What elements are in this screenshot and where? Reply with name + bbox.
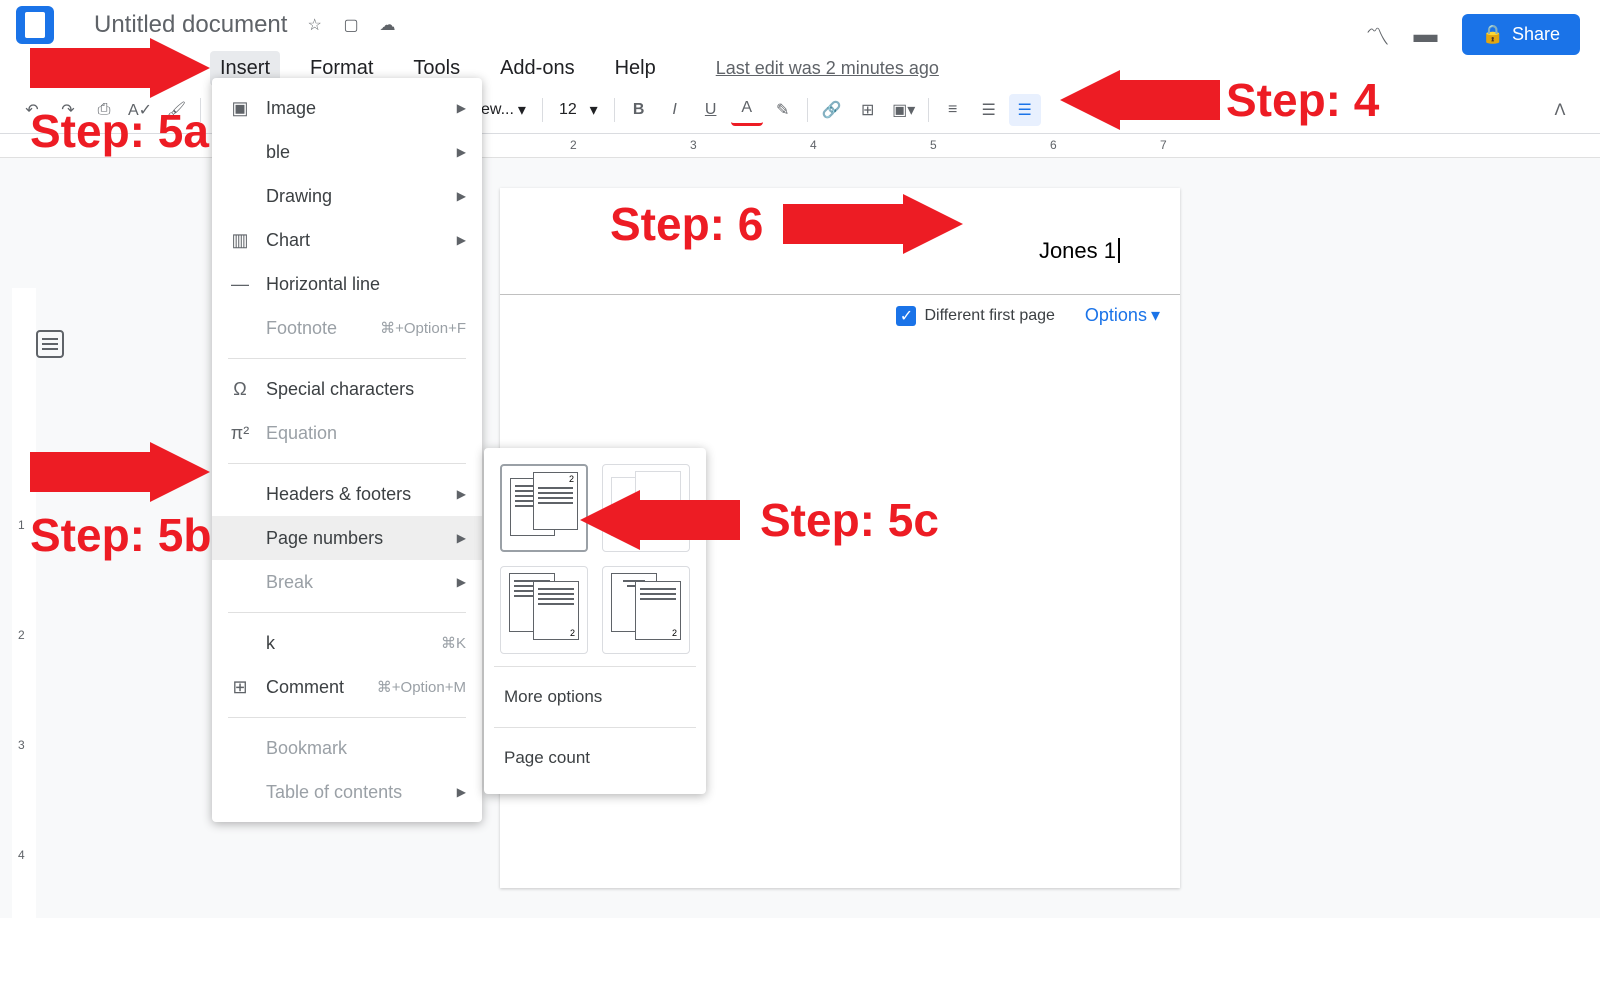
link-button[interactable]: 🔗 xyxy=(816,94,848,126)
menu-item-special-chars[interactable]: ΩSpecial characters xyxy=(212,367,482,411)
omega-icon: Ω xyxy=(228,377,252,401)
ruler-mark: 7 xyxy=(1160,138,1167,152)
align-center-button[interactable]: ☰ xyxy=(973,94,1005,126)
menu-item-toc[interactable]: Table of contents▶ xyxy=(212,770,482,814)
ruler-mark: 4 xyxy=(18,848,25,862)
table-icon xyxy=(228,140,252,164)
header-options-dropdown[interactable]: Options ▾ xyxy=(1085,305,1160,326)
star-icon[interactable]: ☆ xyxy=(307,15,327,35)
collapse-toolbar-button[interactable]: ᐱ xyxy=(1544,94,1576,126)
chevron-right-icon: ▶ xyxy=(457,487,466,501)
document-title[interactable]: Untitled document xyxy=(94,11,287,39)
align-right-button[interactable]: ☰ xyxy=(1009,94,1041,126)
page-number-option-bottom-right[interactable]: 1 2 xyxy=(500,566,588,654)
header-options-bar: ✓ Different first page Options ▾ xyxy=(500,294,1180,336)
menu-help[interactable]: Help xyxy=(605,51,666,86)
chevron-right-icon: ▶ xyxy=(457,531,466,545)
font-size-input[interactable]: 12 ▾ xyxy=(551,100,606,120)
underline-button[interactable]: U xyxy=(695,94,727,126)
comment-history-icon[interactable]: ▬ xyxy=(1414,21,1438,49)
chart-icon: ▥ xyxy=(228,228,252,252)
chevron-right-icon: ▶ xyxy=(457,575,466,589)
paint-format-button[interactable]: 🖌 xyxy=(160,94,192,126)
align-left-button[interactable]: ≡ xyxy=(937,94,969,126)
italic-button[interactable]: I xyxy=(659,94,691,126)
trend-icon[interactable]: 〽 xyxy=(1366,17,1390,52)
pi-icon: π² xyxy=(228,421,252,445)
menu-item-bookmark[interactable]: Bookmark xyxy=(212,726,482,770)
vertical-ruler[interactable]: 1 2 3 4 xyxy=(12,288,36,988)
different-first-page-checkbox[interactable]: ✓ Different first page xyxy=(896,306,1054,326)
menu-item-drawing[interactable]: Drawing▶ xyxy=(212,174,482,218)
line-icon: — xyxy=(228,272,252,296)
menu-item-table[interactable]: ble▶ xyxy=(212,130,482,174)
move-icon[interactable]: ▢ xyxy=(343,15,363,35)
menu-item-equation[interactable]: π²Equation xyxy=(212,411,482,455)
docs-logo-icon[interactable] xyxy=(16,6,54,44)
styles-dropdown[interactable]: ew... ▾ xyxy=(473,100,534,120)
menu-item-page-numbers[interactable]: Page numbers▶ xyxy=(212,516,482,560)
chevron-down-icon: ▾ xyxy=(1151,305,1160,326)
spellcheck-button[interactable]: A✓ xyxy=(124,94,156,126)
bold-button[interactable]: B xyxy=(623,94,655,126)
drawing-icon xyxy=(228,184,252,208)
ruler-mark: 2 xyxy=(18,628,25,642)
print-button[interactable]: ⎙ xyxy=(88,94,120,126)
ruler-mark: 1 xyxy=(18,518,25,532)
insert-menu-dropdown: ▣Image▶ ble▶ Drawing▶ ▥Chart▶ —Horizonta… xyxy=(212,78,482,822)
menu-addons[interactable]: Add-ons xyxy=(490,51,585,86)
ruler-mark: 3 xyxy=(690,138,697,152)
header-text: Jones 1 xyxy=(1039,238,1120,263)
undo-button[interactable]: ↶ xyxy=(16,94,48,126)
menu-item-horizontal-line[interactable]: —Horizontal line xyxy=(212,262,482,306)
page-number-option-top-right-skip-first[interactable] xyxy=(602,464,690,552)
page-count-button[interactable]: Page count xyxy=(500,738,690,778)
chevron-right-icon: ▶ xyxy=(457,233,466,247)
text-color-button[interactable]: A xyxy=(731,94,763,126)
header-area[interactable]: Jones 1 xyxy=(500,188,1180,294)
ruler-mark: 5 xyxy=(930,138,937,152)
menu-item-chart[interactable]: ▥Chart▶ xyxy=(212,218,482,262)
chevron-right-icon: ▶ xyxy=(457,145,466,159)
add-comment-button[interactable]: ⊞ xyxy=(852,94,884,126)
page-numbers-submenu: 2 1 2 2 More options Page count xyxy=(484,448,706,794)
comment-icon: ⊞ xyxy=(228,675,252,699)
menu-item-image[interactable]: ▣Image▶ xyxy=(212,86,482,130)
title-bar: Untitled document ☆ ▢ ☁ xyxy=(0,0,1600,50)
menu-item-headers-footers[interactable]: Headers & footers▶ xyxy=(212,472,482,516)
insert-image-button[interactable]: ▣▾ xyxy=(888,94,920,126)
page-number-option-top-right[interactable]: 2 xyxy=(500,464,588,552)
page-number-option-bottom-right-skip-first[interactable]: 2 xyxy=(602,566,690,654)
ruler-mark: 3 xyxy=(18,738,25,752)
chevron-right-icon: ▶ xyxy=(457,785,466,799)
image-icon: ▣ xyxy=(228,96,252,120)
menu-item-break[interactable]: Break▶ xyxy=(212,560,482,604)
chevron-right-icon: ▶ xyxy=(457,189,466,203)
lock-icon: 🔒 xyxy=(1482,24,1504,45)
more-options-button[interactable]: More options xyxy=(500,677,690,717)
share-button[interactable]: 🔒 Share xyxy=(1462,14,1580,55)
ruler-mark: 2 xyxy=(570,138,577,152)
chevron-right-icon: ▶ xyxy=(457,101,466,115)
highlight-button[interactable]: ✎ xyxy=(767,94,799,126)
outline-toggle-icon[interactable] xyxy=(36,330,64,358)
cloud-icon[interactable]: ☁ xyxy=(379,15,399,35)
ruler-mark: 4 xyxy=(810,138,817,152)
menu-item-footnote[interactable]: Footnote⌘+Option+F xyxy=(212,306,482,350)
checkbox-icon: ✓ xyxy=(896,306,916,326)
last-edit-link[interactable]: Last edit was 2 minutes ago xyxy=(716,58,939,79)
ruler-mark: 6 xyxy=(1050,138,1057,152)
menu-item-link[interactable]: k⌘K xyxy=(212,621,482,665)
menu-item-comment[interactable]: ⊞Comment⌘+Option+M xyxy=(212,665,482,709)
redo-button[interactable]: ↷ xyxy=(52,94,84,126)
